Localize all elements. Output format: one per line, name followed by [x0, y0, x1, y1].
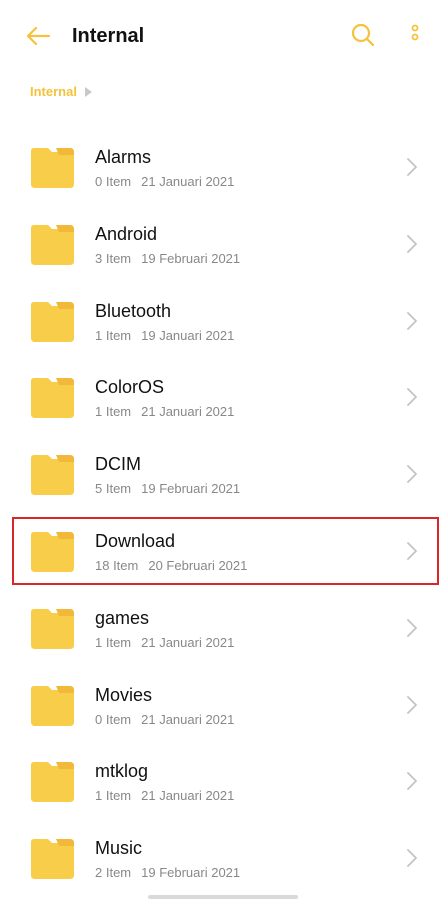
item-count: 5 Item	[95, 481, 132, 497]
folder-name: games	[95, 607, 150, 628]
item-count: 1 Item	[95, 327, 132, 343]
folder-row-android[interactable]: Android 3 Item 19 Februari 2021	[0, 206, 448, 283]
breadcrumb-arrow-icon	[84, 87, 92, 97]
chevron-right-icon	[407, 388, 417, 407]
modified-date: 21 Januari 2021	[141, 788, 235, 804]
folder-row-music[interactable]: Music 2 Item 19 Februari 2021	[0, 820, 448, 897]
folder-row-mtklog[interactable]: mtklog 1 Item 21 Januari 2021	[0, 743, 448, 820]
folder-meta: 1 Item 21 Januari 2021	[95, 403, 234, 421]
item-count: 1 Item	[95, 634, 132, 650]
page-title: Internal	[72, 25, 145, 47]
folder-row-movies[interactable]: Movies 0 Item 21 Januari 2021	[0, 667, 448, 744]
folder-name: DCIM	[95, 454, 141, 475]
folder-name: mtklog	[95, 761, 149, 782]
modified-date: 21 Januari 2021	[141, 174, 235, 189]
folder-name: Movies	[95, 684, 153, 705]
more-vertical-icon	[411, 24, 419, 41]
back-button[interactable]	[22, 20, 54, 52]
chevron-right-icon	[407, 695, 417, 714]
folder-meta: 3 Item 19 Februari 2021	[95, 250, 240, 268]
home-indicator[interactable]	[148, 895, 298, 899]
folder-icon	[31, 378, 74, 419]
folder-meta: 1 Item 21 Januari 2021	[95, 634, 234, 652]
chevron-right-icon	[407, 618, 417, 637]
more-options-button[interactable]	[402, 20, 428, 50]
modified-date: 19 Januari 2021	[141, 327, 235, 343]
folder-icon	[31, 531, 74, 572]
breadcrumb-item-internal[interactable]: Internal	[30, 82, 77, 102]
folder-icon	[31, 301, 74, 342]
folder-meta: 5 Item 19 Februari 2021	[95, 480, 240, 498]
folder-name: ColorOS	[95, 377, 165, 398]
folder-name: Alarms	[95, 147, 152, 167]
folder-name: Bluetooth	[95, 300, 172, 321]
folder-meta: 2 Item 19 Februari 2021	[95, 864, 240, 882]
folder-row-bluetooth[interactable]: Bluetooth 1 Item 19 Januari 2021	[0, 283, 448, 360]
item-count: 18 Item	[95, 557, 139, 573]
app-header: Internal	[0, 0, 448, 72]
chevron-right-icon	[407, 849, 417, 868]
folder-name: Android	[95, 223, 158, 244]
chevron-right-icon	[407, 542, 417, 560]
folder-meta: 0 Item 21 Januari 2021	[95, 173, 234, 191]
item-count: 0 Item	[95, 711, 132, 727]
folder-name: Music	[95, 838, 143, 859]
folder-icon	[31, 839, 74, 880]
folder-icon	[31, 224, 74, 265]
modified-date: 21 Januari 2021	[141, 711, 235, 727]
folder-row-alarms[interactable]: Alarms 0 Item 21 Januari 2021	[0, 129, 448, 206]
modified-date: 20 Februari 2021	[148, 557, 248, 573]
item-count: 2 Item	[95, 865, 132, 881]
search-button[interactable]	[348, 20, 378, 50]
chevron-right-icon	[407, 772, 417, 791]
folder-row-dcim[interactable]: DCIM 5 Item 19 Februari 2021	[0, 436, 448, 513]
folder-meta: 18 Item 20 Februari 2021	[95, 557, 247, 575]
modified-date: 19 Februari 2021	[141, 481, 241, 497]
folder-icon	[31, 762, 74, 803]
item-count: 0 Item	[95, 174, 132, 189]
folder-icon	[31, 608, 74, 649]
chevron-right-icon	[407, 311, 417, 330]
folder-icon	[31, 455, 74, 496]
modified-date: 19 Februari 2021	[141, 865, 241, 881]
modified-date: 21 Januari 2021	[141, 404, 235, 420]
arrow-left-icon	[26, 26, 51, 46]
chevron-right-icon	[407, 465, 417, 484]
folder-meta: 1 Item 19 Januari 2021	[95, 327, 234, 345]
chevron-right-icon	[407, 158, 417, 176]
item-count: 1 Item	[95, 404, 132, 420]
folder-meta: 0 Item 21 Januari 2021	[95, 711, 234, 729]
folder-meta: 1 Item 21 Januari 2021	[95, 787, 234, 805]
item-count: 1 Item	[95, 788, 132, 804]
modified-date: 21 Januari 2021	[141, 634, 235, 650]
search-icon	[351, 23, 375, 47]
folder-row-games[interactable]: games 1 Item 21 Januari 2021	[0, 590, 448, 667]
folder-row-download[interactable]: Download 18 Item 20 Februari 2021	[0, 513, 448, 590]
folder-row-coloros[interactable]: ColorOS 1 Item 21 Januari 2021	[0, 359, 448, 436]
folder-name: Download	[95, 530, 176, 551]
modified-date: 19 Februari 2021	[141, 250, 241, 266]
breadcrumb: Internal	[30, 82, 92, 102]
folder-icon	[31, 685, 74, 726]
chevron-right-icon	[407, 234, 417, 253]
item-count: 3 Item	[95, 250, 132, 266]
folder-list: Alarms 0 Item 21 Januari 2021 Android 3 I…	[0, 129, 448, 897]
folder-icon	[31, 148, 74, 188]
